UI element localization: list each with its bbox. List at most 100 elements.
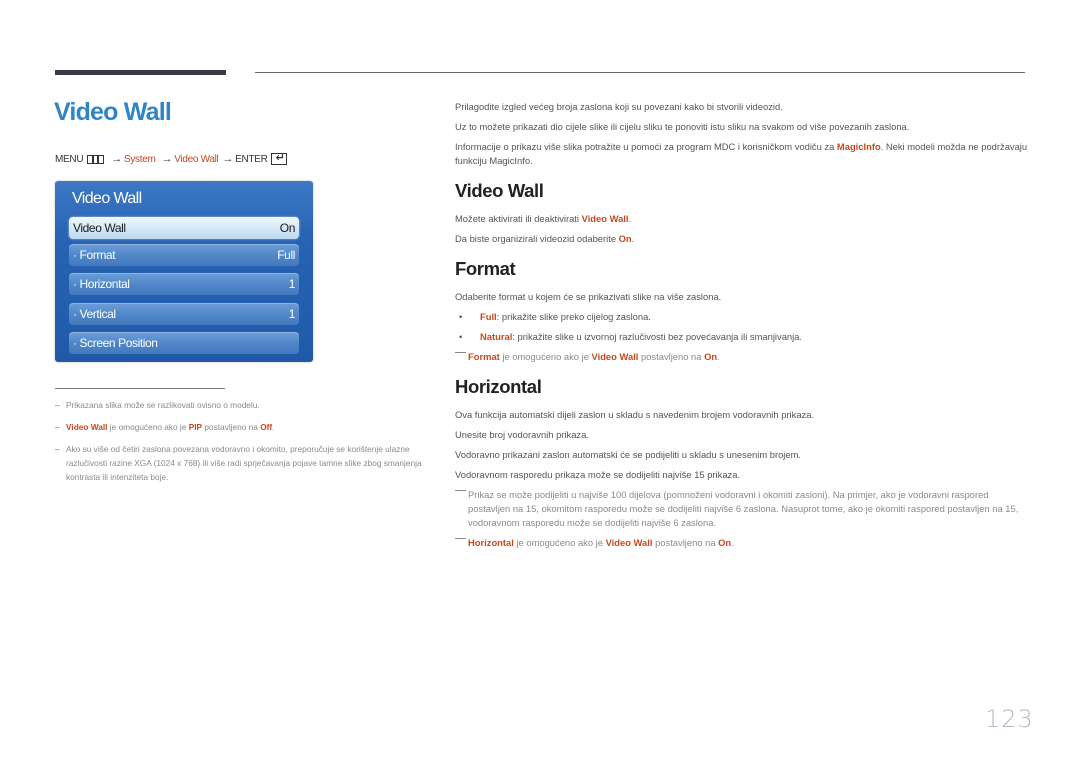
osd-item-label: · Format [73, 248, 116, 262]
note-text: Horizontal je omogućeno ako je Video Wal… [468, 536, 734, 550]
text-fragment: Da biste organizirali videozid odaberite [455, 233, 619, 244]
osd-item-label: · Horizontal [73, 277, 130, 291]
highlight-term: PIP [188, 422, 203, 432]
footnote-text: Prikazana slika može se razlikovati ovis… [66, 400, 260, 410]
highlight-term: On [704, 351, 718, 362]
bullet-icon: • [459, 311, 463, 322]
osd-item-label: Video Wall [73, 221, 126, 235]
page-title: Video Wall [54, 98, 172, 126]
section-heading-horizontal: Horizontal [455, 376, 542, 397]
bullet-item: • Full: prikažite slike preko cijelog za… [455, 310, 1030, 324]
menu-path-system: System [123, 153, 156, 165]
bullet-text: Full: prikažite slike preko cijelog zasl… [480, 310, 651, 324]
osd-item-horizontal[interactable]: · Horizontal 1 [69, 273, 299, 295]
section-paragraph: Da biste organizirali videozid odaberite… [455, 232, 1030, 246]
enter-label: ENTER [235, 153, 268, 165]
section-paragraph: Vodoravnom rasporedu prikaza može se dod… [455, 469, 741, 480]
main-content: Prilagodite izgled većeg broja zaslona k… [455, 100, 1030, 556]
highlight-term: Full [480, 311, 497, 322]
intro-paragraph: Informacije o prikazu više slika potraži… [455, 140, 1030, 168]
footnote-fragment: je omogućeno ako je [107, 422, 189, 432]
footnotes: – Prikazana slika može se razlikovati ov… [55, 398, 430, 492]
arrow-icon: → [111, 153, 122, 165]
text-fragment: . [717, 351, 720, 362]
note: Format je omogućeno ako je Video Wall po… [455, 350, 1030, 364]
osd-item-vertical[interactable]: · Vertical 1 [69, 303, 299, 325]
footnote: – Ako su više od četiri zaslona povezana… [55, 442, 430, 484]
osd-item-format[interactable]: · Format Full [69, 244, 299, 266]
section-paragraph: Unesite broj vodoravnih prikaza. [455, 429, 589, 440]
osd-item-value: On [279, 221, 296, 235]
note-text: Format je omogućeno ako je Video Wall po… [468, 350, 720, 364]
footnote-text: Video Wall je omogućeno ako je PIP posta… [66, 420, 274, 434]
note: Prikaz se može podijeliti u najviše 100 … [455, 488, 1030, 530]
note-dash-icon [455, 536, 468, 550]
bullet-item: • Natural: prikažite slike u izvornoj ra… [455, 330, 1030, 344]
arrow-icon: → [161, 153, 173, 165]
text-fragment: je omogućeno ako je [499, 351, 592, 362]
highlight-term: Off [260, 422, 273, 432]
text-fragment: je omogućeno ako je [513, 537, 606, 548]
note-dash-icon [455, 350, 468, 364]
footnote: – Prikazana slika može se razlikovati ov… [55, 398, 430, 412]
highlight-term: Video Wall [66, 422, 108, 432]
section-paragraph: Ova funkcija automatski dijeli zaslon u … [455, 409, 815, 420]
dash-icon: – [55, 444, 60, 454]
osd-title: Video Wall [72, 190, 142, 207]
osd-menu-panel: Video Wall Video Wall On · Format Full ·… [55, 181, 313, 362]
osd-item-value: 1 [288, 307, 296, 321]
highlight-term: On [718, 537, 732, 548]
footnote-fragment: postavljeno na [202, 422, 261, 432]
text-fragment: postavljeno na [652, 537, 719, 548]
footnote: – Video Wall je omogućeno ako je PIP pos… [55, 420, 430, 434]
osd-item-value: Full [277, 248, 295, 262]
header-rule-thick [55, 70, 226, 75]
text-fragment: Možete aktivirati ili deaktivirati [455, 213, 582, 224]
text-fragment: Informacije o prikazu više slika potraži… [455, 141, 837, 152]
footnote-fragment: . [272, 422, 275, 432]
osd-item-label: · Vertical [73, 307, 116, 321]
highlight-term: On [618, 233, 632, 244]
highlight-term: Format [468, 351, 500, 362]
highlight-term: Horizontal [468, 537, 514, 548]
page-number: 123 [985, 705, 1034, 733]
highlight-term: Video Wall [581, 213, 629, 224]
osd-item-value: 1 [288, 277, 296, 291]
menu-label: MENU [55, 153, 84, 165]
header-rule-thin [255, 72, 1025, 73]
text-fragment: postavljeno na [638, 351, 705, 362]
intro-paragraph: Uz to možete prikazati dio cijele slike … [455, 121, 910, 132]
highlight-term: MagicInfo [836, 141, 881, 152]
text-fragment: . [631, 233, 635, 244]
bullet-text: Natural: prikažite slike u izvornoj razl… [480, 330, 802, 344]
section-heading-format: Format [455, 258, 516, 279]
footnote-separator [55, 388, 225, 389]
osd-item-screen-position[interactable]: · Screen Position [69, 332, 299, 354]
note-text: Prikaz se može podijeliti u najviše 100 … [468, 489, 1019, 528]
text-fragment: : prikažite slike preko cijelog zaslona. [496, 311, 651, 322]
section-paragraph: Vodoravno prikazani zaslon automatski će… [455, 449, 802, 460]
dash-icon: – [55, 400, 60, 410]
enter-return-icon: ↵ [270, 153, 287, 165]
menu-path: MENU → System → Video Wall → ENTER ↵ [55, 153, 287, 165]
dash-icon: – [55, 422, 60, 432]
note: Horizontal je omogućeno ako je Video Wal… [455, 536, 1030, 550]
osd-item-video-wall[interactable]: Video Wall On [69, 217, 299, 239]
menu-grid-icon [87, 154, 105, 164]
section-paragraph: Odaberite format u kojem će se prikaziva… [455, 291, 722, 302]
text-fragment: : prikažite slike u izvornoj razlučivost… [512, 331, 803, 342]
text-fragment: . [628, 213, 632, 224]
highlight-term: Natural [480, 331, 513, 342]
highlight-term: Video Wall [605, 537, 653, 548]
text-fragment: . [731, 537, 734, 548]
osd-item-label: · Screen Position [73, 336, 158, 350]
section-heading-video-wall: Video Wall [455, 180, 544, 201]
bullet-icon: • [459, 331, 463, 342]
arrow-icon: → [222, 153, 234, 165]
note-dash-icon [455, 488, 468, 530]
intro-paragraph: Prilagodite izgled većeg broja zaslona k… [455, 101, 783, 112]
footnote-text: Ako su više od četiri zaslona povezana v… [66, 444, 422, 482]
section-paragraph: Možete aktivirati ili deaktivirati Video… [455, 212, 1030, 226]
highlight-term: Video Wall [591, 351, 639, 362]
menu-path-video-wall: Video Wall [174, 153, 219, 165]
